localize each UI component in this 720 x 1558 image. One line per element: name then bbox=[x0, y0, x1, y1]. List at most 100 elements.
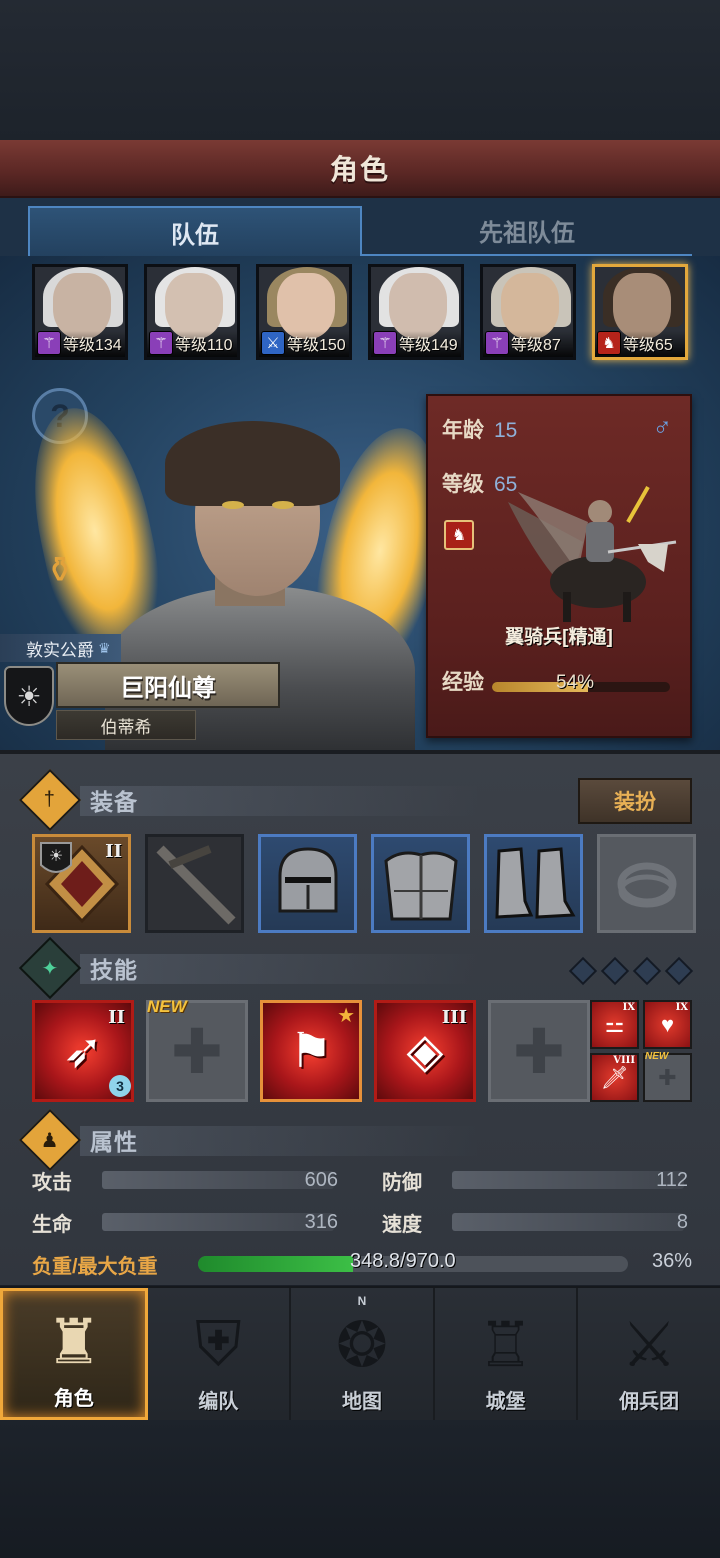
member-level: 等级150 bbox=[287, 337, 346, 354]
top-background bbox=[0, 0, 720, 140]
armor-slot[interactable] bbox=[371, 834, 470, 933]
ring-slot[interactable] bbox=[597, 834, 696, 933]
dagger-icon: † bbox=[18, 768, 82, 832]
nav-castle[interactable]: ♖ 城堡 bbox=[435, 1288, 579, 1420]
member-level: 等级110 bbox=[175, 337, 233, 354]
helmet-slot[interactable] bbox=[258, 834, 357, 933]
page-title: 角色 bbox=[329, 154, 390, 185]
age-label: 年龄 bbox=[442, 419, 484, 442]
compass-icon: ❂ bbox=[336, 1311, 388, 1380]
potion-button[interactable]: ⚱ bbox=[32, 541, 88, 599]
load-value: 348.8/970.0 bbox=[350, 1250, 456, 1272]
staff-icon: ⚚ bbox=[373, 331, 397, 355]
stats-banner: 年龄 15 ♂ 等级 65 ♞ 翼骑兵[精通] 经验 54% bbox=[426, 394, 692, 738]
cavalry-class-icon: ♞ bbox=[444, 520, 474, 550]
svg-text:☀: ☀ bbox=[48, 846, 62, 865]
helmet-group-icon: ⛨ bbox=[195, 1310, 242, 1379]
nav-formation[interactable]: ⛨ 编队 bbox=[148, 1288, 292, 1420]
gem-slot-icon bbox=[600, 956, 630, 986]
staff-icon: ⚚ bbox=[149, 331, 173, 355]
passive-empty-new[interactable]: ✚ NEW bbox=[643, 1051, 692, 1102]
skill-slot-empty[interactable]: ✚ bbox=[488, 1000, 590, 1102]
noble-title-tag[interactable]: 敦实公爵 ♛ bbox=[0, 634, 121, 662]
knight-icon: ♜ bbox=[46, 1308, 102, 1377]
tab-team[interactable]: 队伍 bbox=[28, 206, 362, 256]
hp-value: 316 bbox=[304, 1210, 338, 1233]
shield-rank: II bbox=[105, 841, 122, 862]
tab-ancestor-team[interactable]: 先祖队伍 bbox=[362, 206, 692, 256]
passive-rank: IX bbox=[622, 1002, 635, 1013]
portrait-face bbox=[165, 273, 223, 339]
mercenary-icon: ⚔ bbox=[621, 1311, 677, 1380]
roster-member[interactable]: ⚚ 等级87 bbox=[480, 264, 576, 360]
member-level: 等级65 bbox=[623, 337, 673, 354]
cursor-plus-icon: ➶ bbox=[62, 1025, 104, 1078]
skill-slot-heal-attack[interactable]: ➶ II 3 bbox=[32, 1000, 134, 1102]
nav-map[interactable]: N ❂ 地图 bbox=[291, 1288, 435, 1420]
new-tag: NEW bbox=[147, 997, 187, 1016]
bottom-navigation: ♜ 角色 ⛨ 编队 N ❂ 地图 ♖ 城堡 ⚔ 佣兵团 bbox=[0, 1286, 720, 1420]
nav-mercenary-label: 佣兵团 bbox=[619, 1391, 680, 1413]
team-tabs: 队伍 先祖队伍 bbox=[0, 198, 720, 256]
empty-cross-icon: ✚ bbox=[171, 1017, 223, 1087]
sun-crest-icon[interactable]: ☀ bbox=[4, 666, 54, 726]
team-roster: ⚚ 等级134 ⚚ 等级110 ⚔ 等级150 ⚚ 等级149 ⚚ 等级87 ♞ 等级65 bbox=[32, 264, 692, 360]
weapon-icon bbox=[155, 844, 236, 925]
equipment-title: 装备 bbox=[90, 789, 138, 815]
gem-slot-icon bbox=[568, 956, 598, 986]
speed-value: 8 bbox=[676, 1210, 688, 1233]
roster-member[interactable]: ⚚ 等级110 bbox=[144, 264, 240, 360]
boots-slot[interactable] bbox=[484, 834, 583, 933]
hero-right-eye bbox=[272, 501, 294, 509]
age-row: 年龄 15 bbox=[442, 414, 517, 444]
passive-rank: IX bbox=[675, 1002, 688, 1013]
defense-bar bbox=[452, 1171, 684, 1189]
portrait-face bbox=[613, 273, 671, 339]
weapon-slot[interactable] bbox=[145, 834, 244, 933]
dress-up-button[interactable]: 装扮 bbox=[578, 778, 692, 824]
sword-icon: ⚔ bbox=[261, 331, 285, 355]
hero-subname-plate: 伯蒂希 bbox=[56, 710, 196, 740]
skills-title: 技能 bbox=[90, 957, 138, 983]
skill-slot-crystal[interactable]: ◈ III bbox=[374, 1000, 476, 1102]
hero-name-plate[interactable]: 巨阳仙尊 bbox=[56, 662, 280, 708]
defense-value: 112 bbox=[656, 1168, 688, 1191]
shield-slot[interactable]: ☀ II bbox=[32, 834, 131, 933]
attack-bar bbox=[102, 1171, 334, 1189]
compass-north: N bbox=[357, 1294, 367, 1308]
passive-strength[interactable]: ⚍ IX bbox=[590, 1000, 639, 1049]
nav-character[interactable]: ♜ 角色 bbox=[0, 1288, 148, 1420]
gem-slot-icon bbox=[632, 956, 662, 986]
passive-health[interactable]: ♥ IX bbox=[643, 1000, 692, 1049]
attack-label: 攻击 bbox=[32, 1171, 72, 1194]
attributes-header: ♟ 属性 bbox=[18, 1108, 138, 1172]
roster-member[interactable]: ⚚ 等级149 bbox=[368, 264, 464, 360]
ring-icon bbox=[617, 862, 676, 907]
nav-mercenary[interactable]: ⚔ 佣兵团 bbox=[578, 1288, 720, 1420]
roster-member[interactable]: ⚔ 等级150 bbox=[256, 264, 352, 360]
member-level: 等级149 bbox=[399, 337, 458, 354]
gem-slot-icon bbox=[664, 956, 694, 986]
sword-icon: 🗡 bbox=[600, 1064, 629, 1090]
roster-member[interactable]: ⚚ 等级134 bbox=[32, 264, 128, 360]
hp-row: 生命 316 bbox=[32, 1208, 338, 1236]
person-icon: ♟ bbox=[18, 1108, 82, 1172]
title-bar: 角色 bbox=[0, 140, 720, 198]
bottom-background bbox=[0, 1420, 720, 1558]
hero-name: 巨阳仙尊 bbox=[120, 674, 216, 702]
skill-level-badge: 3 bbox=[109, 1075, 131, 1097]
nav-castle-label: 城堡 bbox=[485, 1391, 526, 1413]
defense-row: 防御 112 bbox=[382, 1166, 688, 1194]
skill-gem-slots bbox=[568, 956, 694, 986]
passive-sword[interactable]: 🗡 VIII bbox=[590, 1053, 639, 1102]
roster-member[interactable]: ♞ 等级65 bbox=[592, 264, 688, 360]
noble-title: 敦实公爵 bbox=[26, 640, 94, 660]
star-icon: ✦ bbox=[18, 936, 82, 1000]
passive-skill-grid: ⚍ IX ♥ IX 🗡 VIII ✚ NEW bbox=[590, 1000, 692, 1102]
exp-percent: 54% bbox=[556, 672, 595, 693]
skill-slot-banner[interactable]: ⚑ ★ bbox=[260, 1000, 362, 1102]
winged-cavalry-art[interactable] bbox=[488, 482, 678, 622]
skill-slot-empty-new[interactable]: ✚ NEW bbox=[146, 997, 248, 1102]
castle-icon: ♖ bbox=[477, 1311, 534, 1380]
skills-header-line bbox=[80, 954, 480, 984]
